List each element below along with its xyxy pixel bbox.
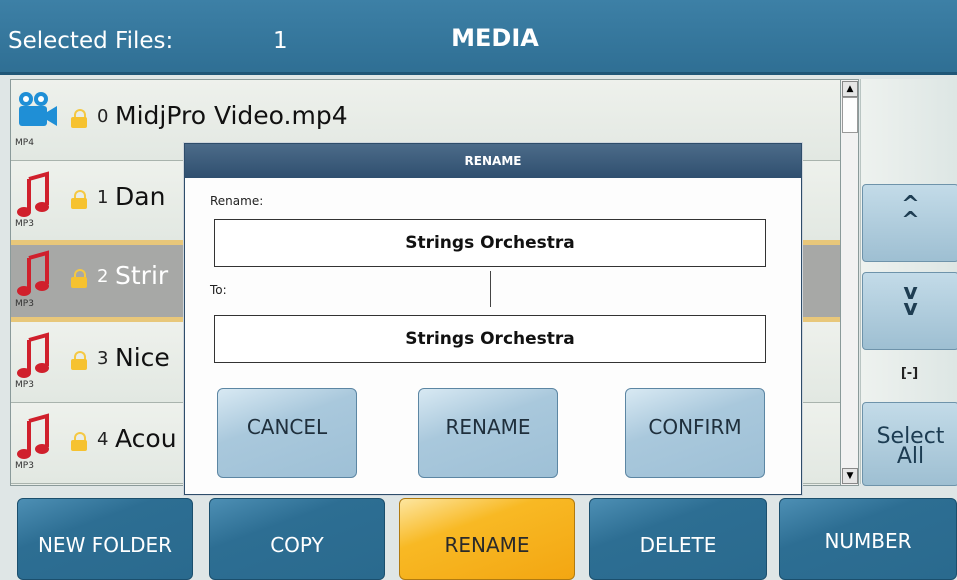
cancel-button[interactable]: CANCEL [217,388,357,478]
scroll-page-up-button[interactable]: ^ ^ [862,184,957,262]
lock-icon [71,190,87,209]
confirm-label: CONFIRM [648,415,742,439]
lock-icon [71,269,87,288]
select-all-label: Select All [876,424,945,469]
double-chevron-down-icon: vv [903,280,918,321]
file-name: Dan [115,182,166,211]
selected-files-label: Selected Files: [8,28,174,54]
file-type-label: MP3 [15,380,34,390]
rename-tab-label: RENAME [444,533,530,557]
file-list-scrollbar[interactable]: ▲ ▼ [840,79,859,486]
copy-label: COPY [270,533,324,557]
file-name: Strir [115,261,169,290]
file-name: Nice [115,343,170,372]
rename-dialog: RENAME Rename: Strings Orchestra To: Str… [184,143,802,495]
rename-button-label: RENAME [445,415,531,439]
select-all-button[interactable]: Select All [862,402,957,486]
number-button[interactable]: NUMBER [779,498,957,580]
selected-files-count: 1 [273,28,288,54]
file-index: 0 [97,106,109,127]
header-bar: Selected Files: 1 MEDIA [0,0,957,75]
delete-button[interactable]: DELETE [589,498,767,580]
cancel-label: CANCEL [246,415,328,439]
number-label: NUMBER [824,529,912,553]
rename-target-field[interactable]: Strings Orchestra [214,315,766,363]
rename-button[interactable]: RENAME [418,388,558,478]
scroll-page-down-button[interactable]: vv [862,272,957,350]
to-label: To: [210,283,227,297]
scroll-up-arrow-icon[interactable]: ▲ [842,81,858,97]
selection-indicator: [-] [900,366,919,381]
rename-tab-button[interactable]: RENAME [399,498,575,580]
file-index: 3 [97,348,109,369]
file-index: 1 [97,187,109,208]
page-title: MEDIA [451,24,539,52]
delete-label: DELETE [639,533,717,557]
double-chevron-up-icon: ^ ^ [901,192,920,233]
file-name: Acou [115,424,177,453]
file-type-label: MP4 [15,138,34,148]
text-cursor [490,271,491,307]
scrollbar-thumb[interactable] [842,97,858,133]
file-type-label: MP3 [15,299,34,309]
rename-label: Rename: [210,194,264,208]
dialog-title: RENAME [185,144,801,178]
new-folder-label: NEW FOLDER [37,533,173,557]
confirm-button[interactable]: CONFIRM [625,388,765,478]
scroll-down-arrow-icon[interactable]: ▼ [842,468,858,484]
rename-source-field[interactable]: Strings Orchestra [214,219,766,267]
new-folder-button[interactable]: NEW FOLDER [17,498,193,580]
copy-button[interactable]: COPY [209,498,385,580]
file-index: 4 [97,429,109,450]
file-name: MidjPro Video.mp4 [115,101,348,130]
lock-icon [71,109,87,128]
file-index: 2 [97,266,109,287]
lock-icon [71,432,87,451]
lock-icon [71,351,87,370]
file-type-label: MP3 [15,219,34,229]
file-type-label: MP3 [15,461,34,471]
